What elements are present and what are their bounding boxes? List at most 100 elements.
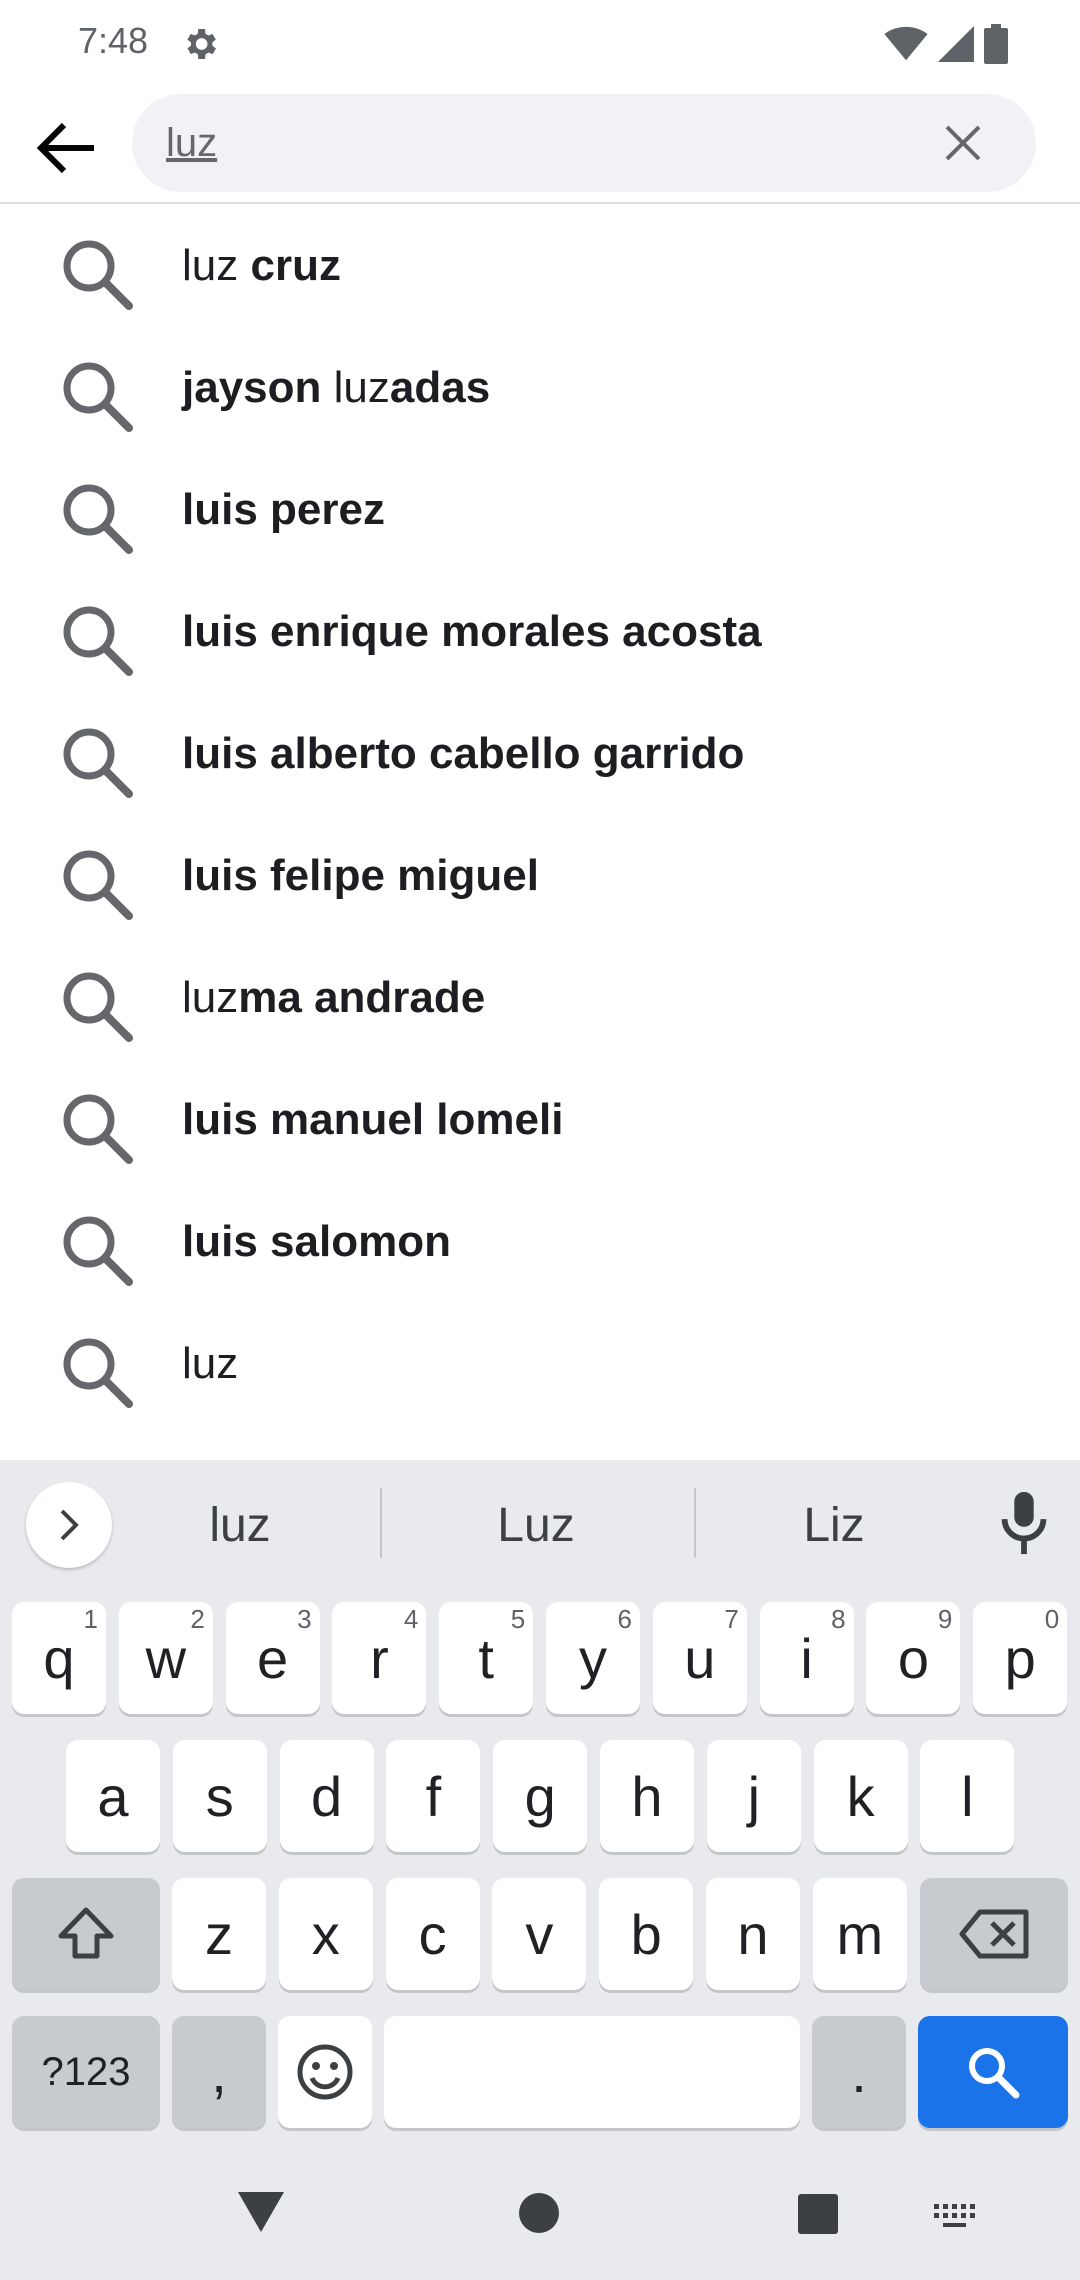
suggestion-text-regular: luz bbox=[333, 363, 390, 412]
suggestion-text: luis enrique morales acosta bbox=[182, 607, 762, 657]
suggestion-text: luis manuel lomeli bbox=[182, 1095, 563, 1145]
key-q[interactable]: q1 bbox=[12, 1602, 106, 1714]
key-z[interactable]: z bbox=[172, 1878, 266, 1990]
key-a[interactable]: a bbox=[66, 1740, 160, 1852]
key-hint: 3 bbox=[297, 1604, 312, 1634]
shift-key[interactable] bbox=[12, 1878, 160, 1990]
search-icon bbox=[56, 721, 136, 801]
recents-nav-icon[interactable] bbox=[798, 2194, 838, 2239]
suggestion-text: luis perez bbox=[182, 485, 385, 535]
key-d[interactable]: d bbox=[279, 1740, 374, 1852]
space-key[interactable] bbox=[384, 2016, 800, 2128]
keyboard-suggestion[interactable]: Luz bbox=[396, 1498, 676, 1553]
key-y[interactable]: y6 bbox=[546, 1602, 640, 1714]
period-key[interactable]: . bbox=[812, 2016, 906, 2128]
key-label: s bbox=[205, 1764, 234, 1828]
keyboard-suggestion[interactable]: luz bbox=[100, 1498, 380, 1553]
key-label: l bbox=[961, 1764, 974, 1828]
key-label: x bbox=[311, 1902, 340, 1966]
key-label: a bbox=[97, 1764, 129, 1828]
key-k[interactable]: k bbox=[813, 1740, 908, 1852]
key-o[interactable]: o9 bbox=[866, 1602, 961, 1714]
microphone-icon[interactable] bbox=[996, 1490, 1052, 1556]
comma-key[interactable]: , bbox=[172, 2016, 266, 2128]
back-nav-icon[interactable] bbox=[236, 2190, 286, 2239]
status-bar: 7:48 bbox=[0, 0, 1080, 88]
battery-icon bbox=[984, 24, 1008, 69]
suggestion-item[interactable]: luis felipe miguel bbox=[0, 815, 1080, 937]
shift-icon bbox=[58, 1907, 114, 1959]
suggestion-item[interactable]: jayson luzadas bbox=[0, 327, 1080, 449]
key-hint: 2 bbox=[190, 1604, 205, 1634]
search-action-key[interactable] bbox=[918, 2016, 1068, 2128]
search-box[interactable] bbox=[132, 94, 1036, 192]
key-label: j bbox=[747, 1764, 761, 1828]
key-v[interactable]: v bbox=[492, 1878, 587, 1990]
key-l[interactable]: l bbox=[920, 1740, 1015, 1852]
backspace-icon bbox=[959, 1909, 1029, 1959]
key-e[interactable]: e3 bbox=[225, 1602, 320, 1714]
search-icon bbox=[56, 1331, 136, 1411]
back-button[interactable] bbox=[28, 110, 104, 186]
suggestion-item[interactable]: luis perez bbox=[0, 449, 1080, 571]
key-label: n bbox=[737, 1902, 769, 1966]
suggestion-item[interactable]: luis alberto cabello garrido bbox=[0, 693, 1080, 815]
keyboard-switch-icon[interactable] bbox=[932, 2202, 980, 2237]
key-t[interactable]: t5 bbox=[439, 1602, 534, 1714]
suggestion-text: luis alberto cabello garrido bbox=[182, 729, 744, 779]
symbols-key[interactable]: ?123 bbox=[12, 2016, 160, 2128]
search-icon bbox=[56, 965, 136, 1045]
key-m[interactable]: m bbox=[812, 1878, 907, 1990]
wifi-icon bbox=[884, 26, 928, 67]
key-c[interactable]: c bbox=[385, 1878, 480, 1990]
suggestion-divider bbox=[380, 1488, 382, 1558]
search-input[interactable] bbox=[166, 118, 866, 168]
search-icon bbox=[56, 233, 136, 313]
suggestion-text-bold: luis enrique morales acosta bbox=[182, 607, 762, 656]
emoji-key[interactable] bbox=[278, 2016, 372, 2128]
key-b[interactable]: b bbox=[599, 1878, 694, 1990]
key-p[interactable]: p0 bbox=[973, 1602, 1068, 1714]
key-r[interactable]: r4 bbox=[332, 1602, 427, 1714]
suggestion-text: luis felipe miguel bbox=[182, 851, 539, 901]
suggestion-text-bold: luis manuel lomeli bbox=[182, 1095, 564, 1144]
key-label: p bbox=[1004, 1626, 1036, 1690]
suggestion-item[interactable]: luzma andrade bbox=[0, 937, 1080, 1059]
key-x[interactable]: x bbox=[278, 1878, 373, 1990]
key-w[interactable]: w2 bbox=[118, 1602, 213, 1714]
search-header bbox=[0, 88, 1080, 204]
key-g[interactable]: g bbox=[493, 1740, 588, 1852]
search-icon bbox=[56, 843, 136, 923]
suggestion-item[interactable]: luis manuel lomeli bbox=[0, 1059, 1080, 1181]
suggestion-text-bold: ma andrade bbox=[238, 973, 486, 1022]
key-h[interactable]: h bbox=[600, 1740, 694, 1852]
key-u[interactable]: u7 bbox=[652, 1602, 747, 1714]
clear-search-button[interactable] bbox=[938, 118, 988, 168]
emoji-icon bbox=[297, 2044, 353, 2100]
key-j[interactable]: j bbox=[706, 1740, 801, 1852]
key-label: c bbox=[418, 1902, 447, 1966]
suggestion-text: luz cruz bbox=[182, 241, 341, 291]
key-hint: 0 bbox=[1044, 1604, 1060, 1634]
key-f[interactable]: f bbox=[386, 1740, 481, 1852]
suggestion-text-bold: luis salomon bbox=[182, 1217, 451, 1266]
suggestion-item[interactable]: luz cruz bbox=[0, 205, 1080, 327]
suggestion-item[interactable]: luis salomon bbox=[0, 1181, 1080, 1303]
suggestion-list: luz cruz jayson luzadas luis perez luis enr… bbox=[0, 205, 1080, 1425]
suggestion-text-bold: adas bbox=[389, 363, 491, 412]
key-n[interactable]: n bbox=[706, 1878, 800, 1990]
key-i[interactable]: i8 bbox=[759, 1602, 854, 1714]
status-icons bbox=[884, 24, 1008, 69]
key-hint: 4 bbox=[403, 1604, 419, 1634]
key-s[interactable]: s bbox=[172, 1740, 267, 1852]
backspace-key[interactable] bbox=[920, 1878, 1068, 1990]
search-icon bbox=[56, 1087, 136, 1167]
suggestion-item[interactable]: luis enrique morales acosta bbox=[0, 571, 1080, 693]
suggestion-item[interactable]: luz bbox=[0, 1303, 1080, 1425]
suggestion-text: luz bbox=[182, 1339, 238, 1389]
key-label: t bbox=[478, 1626, 494, 1690]
keyboard-suggestion[interactable]: Liz bbox=[694, 1498, 974, 1553]
suggestion-text: jayson luzadas bbox=[182, 363, 490, 413]
settings-gear-icon bbox=[180, 24, 220, 64]
home-nav-icon[interactable] bbox=[518, 2192, 560, 2239]
